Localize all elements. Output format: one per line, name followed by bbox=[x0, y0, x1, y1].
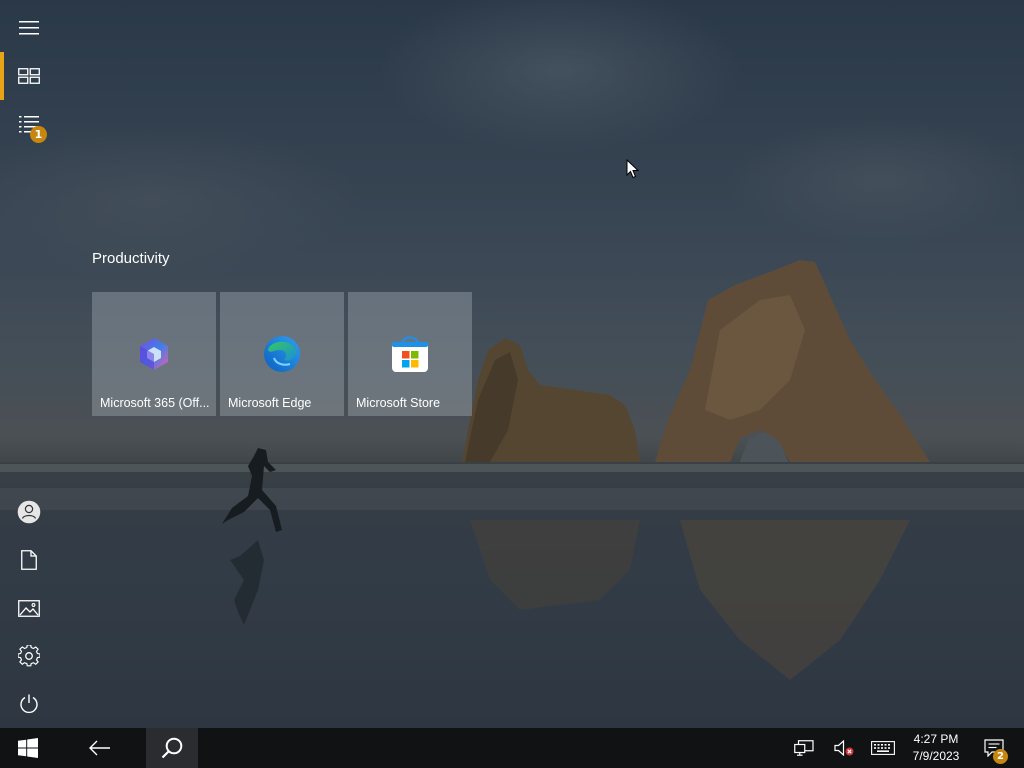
pinned-tiles-button[interactable] bbox=[0, 52, 58, 100]
tile-label: Microsoft Store bbox=[356, 396, 441, 410]
tile-label: Microsoft Edge bbox=[228, 396, 312, 410]
gear-icon bbox=[18, 645, 40, 667]
touch-keyboard-icon bbox=[871, 741, 895, 755]
store-icon bbox=[392, 336, 428, 372]
tile-microsoft-365[interactable]: Microsoft 365 (Off... bbox=[92, 292, 216, 416]
settings-button[interactable] bbox=[0, 632, 58, 680]
pictures-button[interactable] bbox=[0, 584, 58, 632]
tile-group-title[interactable]: Productivity bbox=[92, 250, 170, 267]
user-icon bbox=[17, 500, 41, 524]
clock[interactable]: 4:27 PM 7/9/2023 bbox=[900, 728, 972, 768]
tiles-icon bbox=[18, 68, 40, 84]
hamburger-icon bbox=[19, 21, 39, 35]
taskbar: 4:27 PM 7/9/2023 bbox=[0, 728, 1024, 768]
notification-count-badge: 2 bbox=[993, 749, 1008, 764]
tile-label: Microsoft 365 (Off... bbox=[100, 396, 210, 410]
start-rail: 1 bbox=[0, 0, 58, 728]
power-button[interactable] bbox=[0, 680, 58, 728]
volume-button[interactable] bbox=[830, 728, 858, 768]
search-button[interactable] bbox=[146, 728, 198, 768]
desktop: 1 Productivity Microsoft 365 (Off... Mic… bbox=[0, 0, 1024, 768]
edge-icon bbox=[264, 336, 300, 372]
volume-muted-icon bbox=[834, 740, 854, 756]
search-icon bbox=[161, 737, 183, 759]
microsoft-365-icon bbox=[140, 338, 168, 370]
document-icon bbox=[21, 550, 37, 570]
all-apps-badge: 1 bbox=[30, 126, 47, 143]
clock-time: 4:27 PM bbox=[913, 732, 959, 746]
back-button[interactable] bbox=[76, 728, 124, 768]
power-icon bbox=[20, 694, 38, 714]
start-button[interactable] bbox=[0, 728, 56, 768]
network-icon bbox=[794, 740, 814, 756]
expand-menu-button[interactable] bbox=[0, 4, 58, 52]
clock-date: 7/9/2023 bbox=[912, 749, 960, 763]
touch-keyboard-button[interactable] bbox=[868, 728, 898, 768]
pictures-icon bbox=[18, 599, 40, 617]
tile-microsoft-edge[interactable]: Microsoft Edge bbox=[220, 292, 344, 416]
documents-button[interactable] bbox=[0, 536, 58, 584]
windows-logo-icon bbox=[18, 738, 38, 758]
back-arrow-icon bbox=[89, 740, 110, 756]
account-button[interactable] bbox=[0, 488, 58, 536]
all-apps-button[interactable]: 1 bbox=[0, 100, 58, 148]
tile-microsoft-store[interactable]: Microsoft Store bbox=[348, 292, 472, 416]
network-button[interactable] bbox=[790, 728, 818, 768]
mouse-cursor bbox=[626, 159, 639, 179]
